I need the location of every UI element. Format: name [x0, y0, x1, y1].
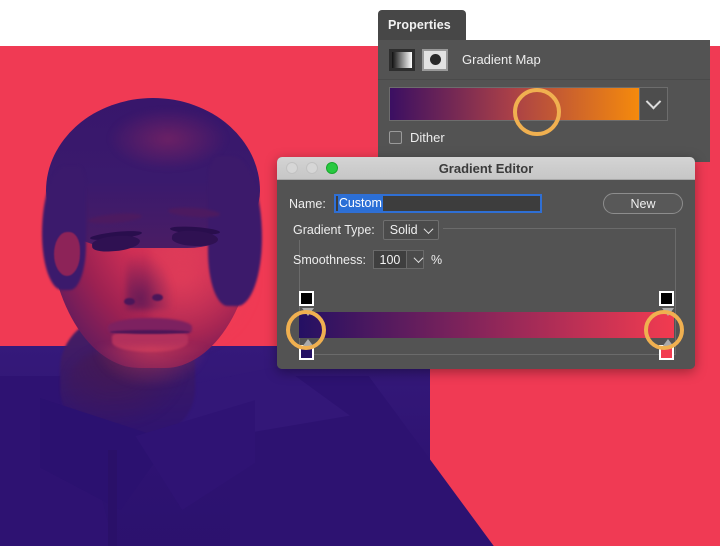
stop-pointer-icon	[662, 339, 674, 347]
chevron-down-icon	[413, 253, 424, 264]
new-button[interactable]: New	[603, 193, 683, 214]
smoothness-dropdown-button[interactable]	[406, 250, 424, 269]
opacity-stop-left[interactable]	[299, 291, 314, 316]
gradient-preview-control[interactable]	[389, 87, 668, 121]
smoothness-row: Smoothness: 100 %	[293, 250, 442, 269]
dither-checkbox[interactable]	[389, 131, 402, 144]
photo-chin	[96, 346, 206, 386]
stop-pointer-icon	[302, 339, 314, 347]
gradient-type-select[interactable]: Solid	[382, 220, 439, 240]
gradient-type-value: Solid	[389, 223, 418, 237]
color-stop-right-swatch	[661, 347, 672, 358]
layer-mask-icon[interactable]	[422, 48, 448, 71]
screenshot-root: Properties Gradient Map Dither Gradient …	[0, 0, 720, 546]
photo-nostril-right	[152, 294, 163, 301]
gradient-stop-editor[interactable]	[299, 290, 674, 365]
photo-hair-sheen	[108, 108, 228, 170]
smoothness-label: Smoothness:	[293, 252, 366, 267]
gradient-name-input[interactable]: Custom	[333, 194, 542, 213]
photo-shirt-placket	[108, 450, 117, 546]
gradient-editor-title: Gradient Editor	[438, 160, 534, 176]
gradient-ramp[interactable]	[299, 312, 674, 338]
chevron-down-icon	[423, 223, 434, 234]
gradient-editor-content: Name: Custom New Gradient Type: Solid Sm…	[277, 180, 695, 369]
dither-label: Dither	[410, 130, 445, 145]
smoothness-input[interactable]: 100	[372, 250, 407, 269]
tab-properties[interactable]: Properties	[378, 10, 466, 40]
stop-pointer-icon	[302, 308, 314, 316]
photo-nostril-left	[124, 298, 135, 305]
layer-mask-dot	[429, 54, 441, 65]
gradient-preset-dropdown-button[interactable]	[639, 88, 667, 120]
properties-tab-label: Properties	[388, 18, 451, 32]
color-stop-left[interactable]	[299, 339, 314, 360]
opacity-stop-right[interactable]	[659, 291, 674, 316]
gradient-editor-titlebar[interactable]: Gradient Editor	[277, 157, 695, 180]
color-stop-right[interactable]	[659, 339, 674, 360]
gradient-type-label: Gradient Type:	[293, 223, 375, 237]
photo-ear	[54, 232, 80, 276]
opacity-stop-right-swatch	[661, 293, 672, 304]
gradient-type-row: Gradient Type: Solid	[289, 220, 443, 240]
opacity-stop-left-swatch	[301, 293, 312, 304]
color-stop-left-swatch	[301, 347, 312, 358]
name-label: Name:	[289, 196, 326, 211]
properties-panel: Properties Gradient Map Dither	[378, 10, 710, 162]
adjustment-title: Gradient Map	[462, 52, 541, 67]
photo-mouth-line	[110, 330, 190, 334]
gradient-thumbnail-icon[interactable]	[389, 48, 415, 71]
dither-row[interactable]: Dither	[389, 130, 445, 145]
gradient-editor-window[interactable]: Gradient Editor Name: Custom New Gradien…	[277, 157, 695, 369]
stop-pointer-icon	[662, 308, 674, 316]
gradient-preview-row	[378, 81, 710, 127]
chevron-down-icon	[645, 93, 662, 109]
properties-panel-body: Gradient Map Dither	[378, 40, 710, 162]
adjustment-header: Gradient Map	[378, 40, 710, 80]
smoothness-unit: %	[430, 252, 443, 267]
name-row: Name: Custom New	[289, 193, 683, 214]
gradient-name-value: Custom	[337, 196, 383, 211]
properties-gradient-swatch[interactable]	[390, 88, 639, 120]
